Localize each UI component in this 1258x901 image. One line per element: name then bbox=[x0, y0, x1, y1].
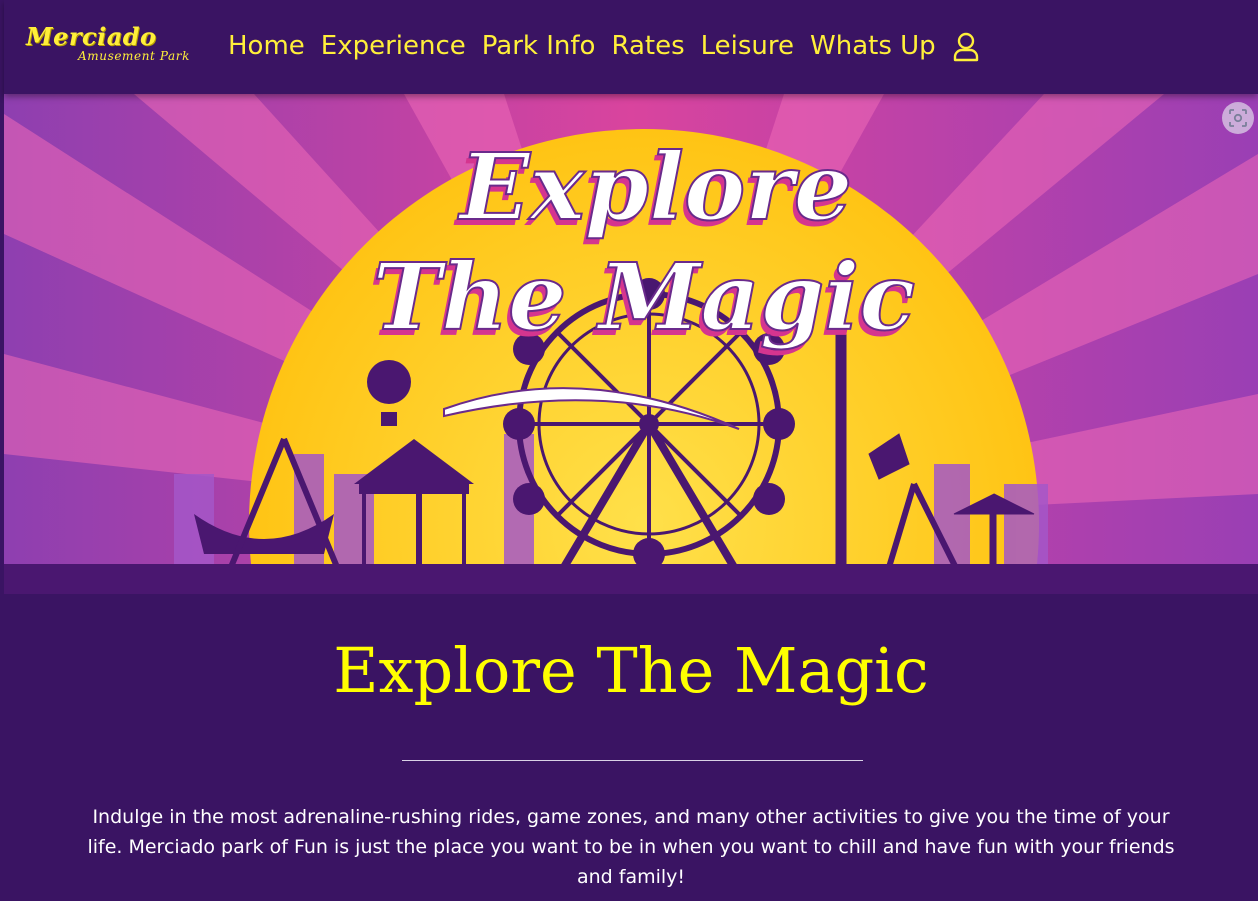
nav-item-whats-up[interactable]: Whats Up bbox=[810, 26, 936, 66]
brand-logo[interactable]: Merciado Amusement Park bbox=[26, 22, 206, 70]
brand-name: Merciado bbox=[26, 22, 157, 51]
nav-item-leisure[interactable]: Leisure bbox=[701, 26, 794, 66]
hero-illustration: Explore Explore The Magic The Magic bbox=[4, 94, 1258, 594]
user-icon[interactable] bbox=[952, 32, 980, 62]
hero-title-line2: The Magic bbox=[373, 243, 916, 351]
lens-icon[interactable] bbox=[1222, 102, 1254, 134]
heading-divider bbox=[402, 760, 863, 761]
nav-menu: Home Experience Park Info Rates Leisure … bbox=[228, 26, 980, 66]
top-navbar: Merciado Amusement Park Home Experience … bbox=[4, 0, 1258, 94]
section-description: Indulge in the most adrenaline-rushing r… bbox=[87, 806, 1175, 888]
page-frame: Merciado Amusement Park Home Experience … bbox=[4, 0, 1258, 901]
hero-title-line1: Explore bbox=[457, 133, 853, 241]
hero-banner: Explore Explore The Magic The Magic bbox=[4, 94, 1258, 594]
intro-section: Explore The Magic Indulge in the most ad… bbox=[4, 594, 1258, 901]
section-heading: Explore The Magic bbox=[333, 634, 929, 707]
nav-item-rates[interactable]: Rates bbox=[611, 26, 684, 66]
brand-tagline: Amusement Park bbox=[78, 49, 190, 63]
nav-item-park-info[interactable]: Park Info bbox=[482, 26, 596, 66]
nav-item-experience[interactable]: Experience bbox=[321, 26, 466, 66]
nav-item-home[interactable]: Home bbox=[228, 26, 305, 66]
